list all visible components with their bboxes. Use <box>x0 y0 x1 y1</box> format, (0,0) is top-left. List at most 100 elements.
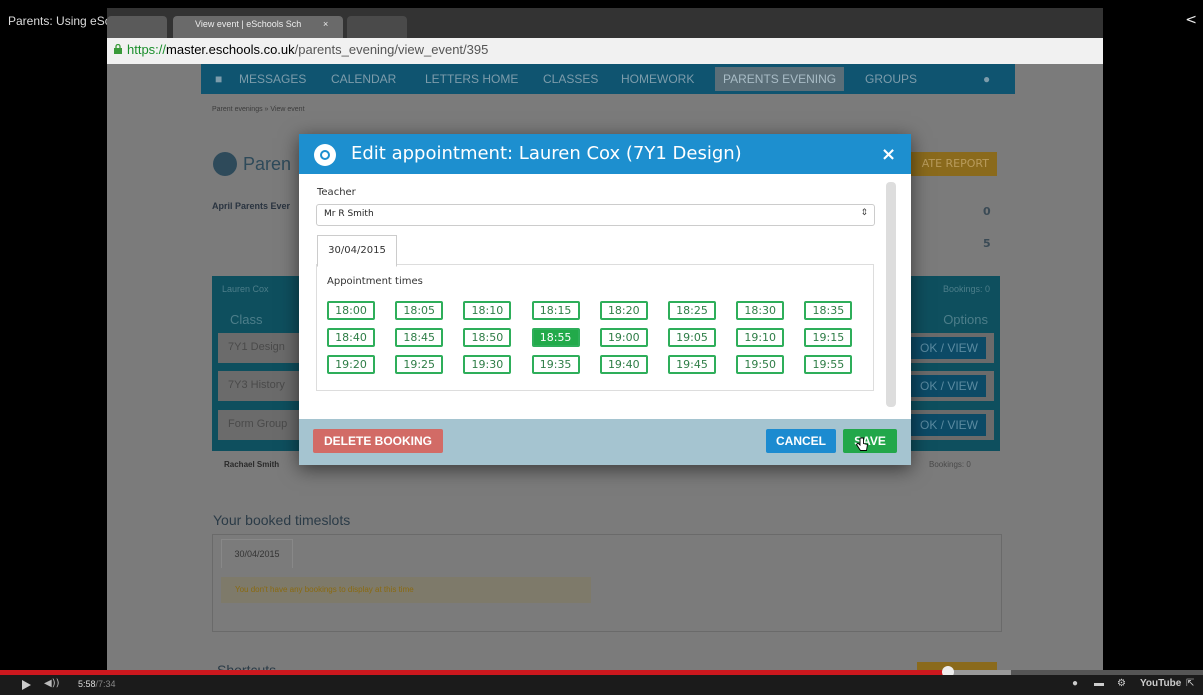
time-slot[interactable]: 19:40 <box>599 355 648 374</box>
create-report-button[interactable]: ATE REPORT <box>907 152 997 176</box>
time-current: 5:58 <box>78 679 96 689</box>
cancel-button[interactable]: CANCEL <box>766 429 836 453</box>
book-view-button[interactable]: OK / VIEW <box>910 414 986 436</box>
book-view-button[interactable]: OK / VIEW <box>910 375 986 397</box>
fullscreen-icon[interactable]: ⇱ <box>1186 678 1194 689</box>
page-content: ■ MESSAGES CALENDAR LETTERS HOME CLASSES… <box>107 64 1103 670</box>
time-slot[interactable]: 18:25 <box>668 301 716 320</box>
parent-name: Rachael Smith <box>224 460 280 469</box>
time-slot[interactable]: 19:45 <box>668 355 716 374</box>
parents-evening-icon <box>213 152 237 176</box>
breadcrumb-current: View event <box>270 106 305 113</box>
url-scheme: https:// <box>127 42 167 57</box>
new-tab-button[interactable] <box>347 16 407 38</box>
time-slot-selected[interactable]: 18:55 <box>531 328 580 347</box>
time-slot[interactable]: 19:30 <box>463 355 512 374</box>
time-slot[interactable]: 18:05 <box>395 301 444 320</box>
time-slot[interactable]: 18:15 <box>531 301 580 320</box>
close-icon[interactable]: × <box>881 144 896 165</box>
nav-letters-home[interactable]: LETTERS HOME <box>425 72 518 86</box>
time-slot[interactable]: 18:40 <box>327 328 375 347</box>
browser-window: View event | eSchools Sch × https://mast… <box>107 8 1103 670</box>
browser-tab-inactive[interactable] <box>107 16 167 38</box>
nav-groups[interactable]: GROUPS <box>865 72 917 86</box>
nav-homework[interactable]: HOMEWORK <box>621 72 694 86</box>
settings-gear-icon[interactable]: ⚙ <box>1117 678 1126 689</box>
breadcrumb: Parent evenings » View event <box>212 106 305 113</box>
booked-timeslots-panel: 30/04/2015 You don't have any bookings t… <box>212 534 1002 632</box>
delete-booking-button[interactable]: DELETE BOOKING <box>313 429 443 453</box>
url-path: /parents_evening/view_event/395 <box>294 42 489 57</box>
tab-close-icon[interactable]: × <box>323 19 328 29</box>
time-total: 7:34 <box>98 679 116 689</box>
appointment-times-label: Appointment times <box>327 276 423 287</box>
time-slot[interactable]: 19:05 <box>668 328 716 347</box>
nav-messages[interactable]: MESSAGES <box>239 72 306 86</box>
shortcuts-admin-button[interactable] <box>917 662 997 670</box>
home-icon[interactable]: ■ <box>215 72 222 86</box>
column-class: Class <box>230 312 263 327</box>
time-slot[interactable]: 18:35 <box>804 301 853 320</box>
booked-date-tab[interactable]: 30/04/2015 <box>221 539 293 568</box>
info-icon[interactable]: ● <box>983 72 990 86</box>
modal-header: Edit appointment: Lauren Cox (7Y1 Design… <box>299 134 911 174</box>
edit-appointment-modal: Edit appointment: Lauren Cox (7Y1 Design… <box>299 134 911 465</box>
time-slot[interactable]: 18:50 <box>463 328 512 347</box>
volume-icon[interactable]: ◀)) <box>44 678 60 689</box>
browser-tabbar: View event | eSchools Sch × <box>107 8 1103 38</box>
modal-footer: DELETE BOOKING CANCEL SAVE <box>299 419 911 465</box>
time-slot[interactable]: 18:30 <box>736 301 785 320</box>
date-tab[interactable]: 30/04/2015 <box>317 235 397 267</box>
booked-timeslots-heading: Your booked timeslots <box>213 512 351 528</box>
time-slot[interactable]: 18:20 <box>599 301 648 320</box>
child-name: Lauren Cox <box>222 284 269 294</box>
site-nav: ■ MESSAGES CALENDAR LETTERS HOME CLASSES… <box>201 64 1015 94</box>
breadcrumb-separator: » <box>264 106 269 113</box>
child-bookings: Bookings: 0 <box>942 284 990 294</box>
time-slot[interactable]: 18:00 <box>327 301 375 320</box>
captions-icon[interactable]: ● <box>1072 678 1078 689</box>
appointment-times-panel: Appointment times 18:00 18:05 18:10 18:15 18… <box>316 264 874 391</box>
youtube-logo[interactable]: YouTube <box>1140 678 1181 689</box>
shortcuts-heading: Shortcuts <box>217 662 277 670</box>
class-name: 7Y3 History <box>228 379 285 391</box>
column-options: Options <box>943 312 988 327</box>
save-button[interactable]: SAVE <box>843 429 897 453</box>
watch-later-icon[interactable]: ▬ <box>1094 678 1104 689</box>
teacher-select-value: Mr R Smith <box>324 209 374 219</box>
time-slot[interactable]: 19:50 <box>736 355 785 374</box>
nav-calendar[interactable]: CALENDAR <box>331 72 396 86</box>
video-controls: ◀)) 5:58/7:34 ● ▬ ⚙ YouTube ⇱ <box>0 675 1203 695</box>
class-name: Form Group <box>228 418 288 430</box>
teacher-select[interactable]: Mr R Smith ⇕ <box>316 204 875 226</box>
time-slot[interactable]: 19:10 <box>736 328 785 347</box>
browser-tab-title: View event | eSchools Sch <box>195 19 302 29</box>
time-display: 5:58/7:34 <box>78 679 116 689</box>
time-slot[interactable]: 19:25 <box>395 355 444 374</box>
time-slot[interactable]: 18:45 <box>395 328 444 347</box>
modal-title: Edit appointment: Lauren Cox (7Y1 Design… <box>351 143 742 164</box>
empty-bookings-message: You don't have any bookings to display a… <box>221 577 591 603</box>
clock-icon <box>314 144 336 166</box>
nav-classes[interactable]: CLASSES <box>543 72 598 86</box>
browser-tab-active[interactable]: View event | eSchools Sch × <box>173 16 343 38</box>
time-slot[interactable]: 19:15 <box>804 328 853 347</box>
nav-parents-evening[interactable]: PARENTS EVENING <box>715 67 845 91</box>
modal-scrollbar[interactable] <box>886 182 896 407</box>
url-text[interactable]: https://master.eschools.co.uk/parents_ev… <box>127 42 488 57</box>
book-view-button[interactable]: OK / VIEW <box>910 337 986 359</box>
share-icon[interactable]: < <box>1185 12 1197 28</box>
time-slot[interactable]: 19:35 <box>531 355 580 374</box>
url-host: master.eschools.co.uk <box>166 42 295 57</box>
time-slot[interactable]: 18:10 <box>463 301 512 320</box>
page-title: Paren <box>243 154 292 174</box>
time-slot[interactable]: 19:20 <box>327 355 375 374</box>
breadcrumb-parent[interactable]: Parent evenings <box>212 106 263 113</box>
address-bar[interactable]: https://master.eschools.co.uk/parents_ev… <box>107 38 1103 65</box>
time-slot[interactable]: 19:55 <box>804 355 853 374</box>
lock-icon <box>114 44 122 54</box>
teacher-label: Teacher <box>317 187 356 198</box>
time-slot[interactable]: 19:00 <box>599 328 648 347</box>
play-icon[interactable] <box>22 680 31 690</box>
count-value: 0 <box>983 205 991 218</box>
